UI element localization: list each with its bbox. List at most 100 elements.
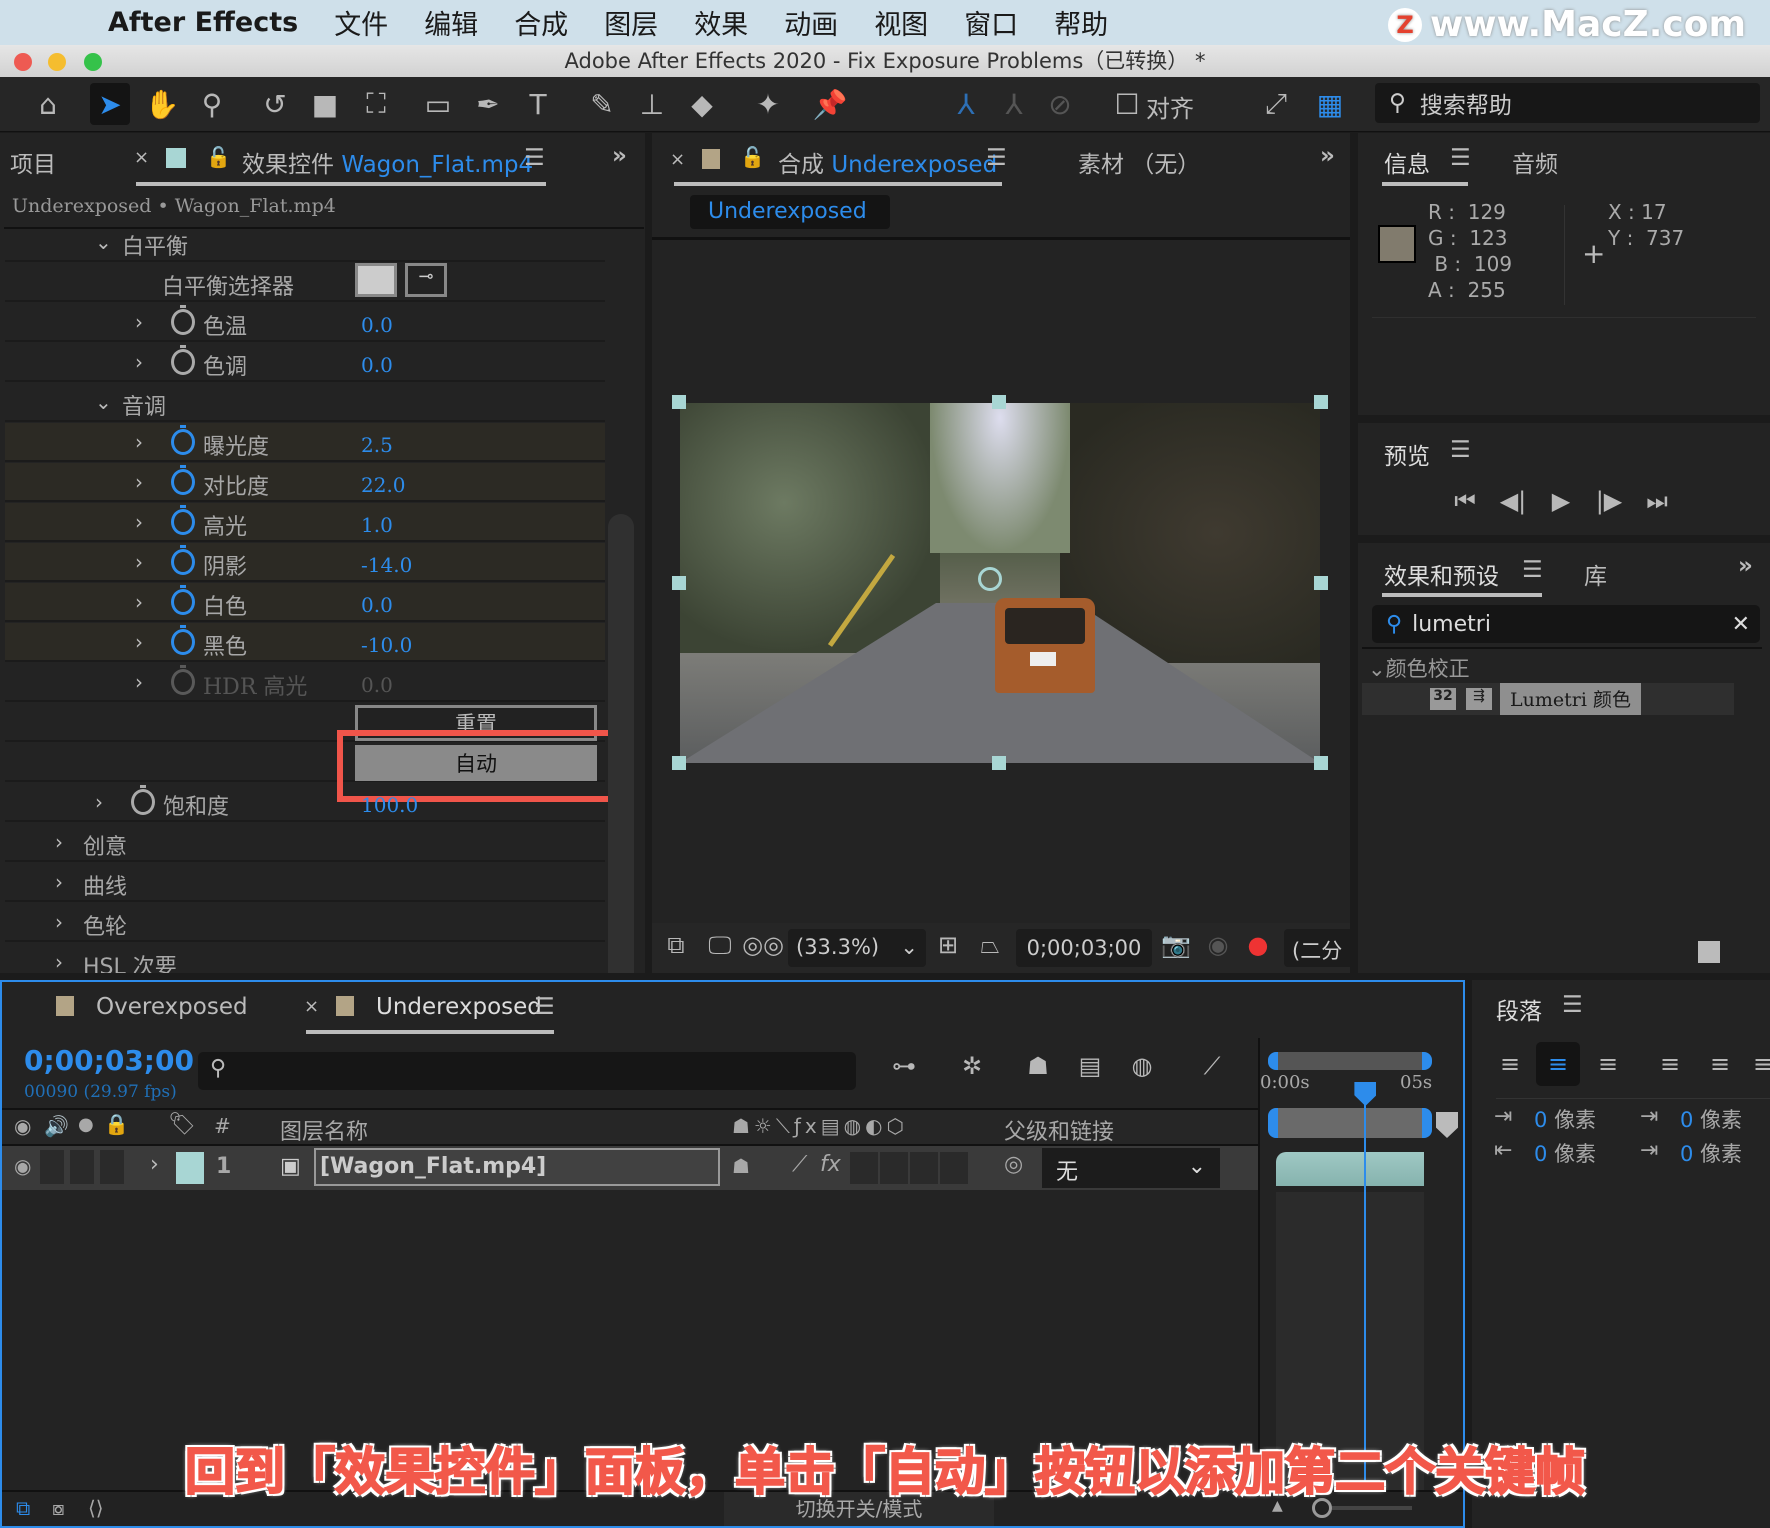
stopwatch-icon[interactable]: [171, 465, 195, 495]
chevron-right-icon[interactable]: ›: [55, 910, 63, 934]
menu-help[interactable]: 帮助: [1054, 3, 1108, 42]
chevron-right-icon[interactable]: ›: [55, 830, 63, 854]
playhead-handle[interactable]: [1354, 1082, 1377, 1106]
transform-handle[interactable]: [992, 756, 1006, 770]
roto-brush-icon[interactable]: ✦: [748, 83, 788, 125]
layer-search-input[interactable]: ⚲: [198, 1052, 856, 1090]
indent-left-field[interactable]: 0 0 像素像素: [1534, 1104, 1596, 1134]
layer-row[interactable]: ◉ › 1 ▣ [Wagon_Flat.mp4] ☗ ⟋ fx ◎ 无 ⌄: [2, 1146, 1258, 1190]
section-color-wheels[interactable]: › 色轮: [5, 903, 605, 942]
anchor-point-icon[interactable]: [978, 567, 1002, 591]
column-layer-name[interactable]: 图层名称: [280, 1114, 368, 1146]
always-preview-icon[interactable]: ⧉: [660, 931, 692, 959]
space-before-field[interactable]: 0 像素: [1680, 1104, 1742, 1134]
white-balance-group[interactable]: ⌄ 白平衡: [5, 229, 605, 262]
audio-toggle[interactable]: [40, 1150, 64, 1184]
pick-whip-icon[interactable]: ◎: [1004, 1152, 1023, 1177]
color-channels-icon[interactable]: ●: [1242, 931, 1274, 959]
chevron-right-icon[interactable]: ›: [135, 590, 143, 614]
camera-tool-icon[interactable]: ■: [305, 83, 345, 125]
lock-switch-icon[interactable]: 🔒: [104, 1112, 129, 1136]
transform-handle[interactable]: [672, 395, 686, 409]
comp-flowchart-icon[interactable]: ⊶: [884, 1052, 924, 1080]
menu-animation[interactable]: 动画: [784, 3, 838, 42]
close-tab-icon[interactable]: ×: [134, 147, 149, 168]
draft-3d-icon[interactable]: ✲: [952, 1052, 992, 1080]
more-panels-icon[interactable]: »: [1738, 553, 1753, 579]
tab-overexposed[interactable]: Overexposed: [96, 994, 248, 1020]
tab-library[interactable]: 库: [1584, 557, 1607, 591]
monitor-icon[interactable]: 🖵: [704, 931, 736, 959]
effect-item-lumetri[interactable]: 32 ⇶ Lumetri 颜色: [1362, 683, 1734, 715]
help-search-input[interactable]: ⚲ 搜索帮助: [1375, 83, 1760, 123]
section-hsl-secondary[interactable]: › HSL 次要: [5, 943, 605, 973]
mask-visibility-icon[interactable]: ⏢: [974, 931, 1006, 959]
work-area-bar[interactable]: [1268, 1108, 1432, 1138]
motion-blur-icon[interactable]: ◍: [1122, 1052, 1162, 1080]
last-frame-icon[interactable]: ⏭: [1640, 487, 1674, 515]
more-panels-icon[interactable]: »: [1320, 143, 1335, 169]
selection-tool-icon[interactable]: ➤: [90, 83, 130, 125]
stopwatch-icon[interactable]: [171, 305, 195, 335]
pan-behind-tool-icon[interactable]: ⛶: [356, 83, 396, 125]
previous-frame-icon[interactable]: ◀︎|: [1496, 487, 1530, 515]
layer-name-field[interactable]: [Wagon_Flat.mp4]: [314, 1148, 720, 1186]
timeline-current-time[interactable]: 0;00;03;00: [24, 1044, 194, 1077]
parent-dropdown[interactable]: 无 ⌄: [1042, 1148, 1220, 1188]
frame-blending-icon[interactable]: ▤: [1070, 1052, 1110, 1080]
new-folder-icon[interactable]: [1698, 941, 1720, 963]
panel-menu-icon[interactable]: ☰: [1450, 145, 1471, 171]
layer-duration-bar[interactable]: [1276, 1152, 1424, 1186]
property-value[interactable]: 0.0: [361, 593, 393, 617]
chevron-right-icon[interactable]: ›: [95, 790, 103, 814]
chevron-right-icon[interactable]: ›: [135, 430, 143, 454]
show-snapshot-icon[interactable]: ◉: [1202, 931, 1234, 959]
zoom-tool-icon[interactable]: ⚲: [192, 83, 232, 125]
panel-menu-icon[interactable]: ☰: [1522, 557, 1543, 583]
solo-toggle[interactable]: [70, 1150, 94, 1184]
first-frame-icon[interactable]: ⏮: [1448, 487, 1482, 515]
time-zoom-slider[interactable]: [1332, 1506, 1412, 1510]
chevron-right-icon[interactable]: ›: [135, 510, 143, 534]
space-after-field[interactable]: 0 像素: [1680, 1138, 1742, 1168]
menu-view[interactable]: 视图: [874, 3, 928, 42]
panel-menu-icon[interactable]: ☰: [1450, 437, 1471, 463]
chevron-right-icon[interactable]: ›: [135, 550, 143, 574]
chevron-right-icon[interactable]: ›: [135, 630, 143, 654]
panel-menu-icon[interactable]: ☰: [534, 994, 555, 1020]
play-icon[interactable]: ▶︎: [1544, 487, 1578, 515]
workspace-icon[interactable]: ▦: [1310, 83, 1350, 125]
panel-menu-icon[interactable]: ☰: [986, 145, 1007, 171]
resolution-dropdown[interactable]: (二分: [1284, 929, 1350, 967]
visibility-eye-icon[interactable]: ◉: [14, 1154, 31, 1178]
chevron-right-icon[interactable]: ›: [55, 870, 63, 894]
chevron-right-icon[interactable]: ›: [150, 1152, 159, 1177]
expand-toolbar-icon[interactable]: ⤢: [1256, 83, 1296, 125]
menu-window[interactable]: 窗口: [964, 3, 1018, 42]
chevron-right-icon[interactable]: ›: [135, 350, 143, 374]
shy-switch-icon[interactable]: ☗: [732, 1154, 750, 1178]
transform-handle[interactable]: [992, 395, 1006, 409]
next-frame-icon[interactable]: |▶︎: [1592, 487, 1626, 515]
panel-menu-icon[interactable]: ☰: [1562, 992, 1583, 1018]
lock-icon[interactable]: 🔓: [740, 145, 765, 169]
tab-audio[interactable]: 音频: [1512, 145, 1558, 179]
hand-tool-icon[interactable]: ✋: [142, 83, 182, 125]
tab-composition[interactable]: 合成 Underexposed: [778, 145, 997, 179]
chevron-right-icon[interactable]: ›: [135, 470, 143, 494]
zoom-dropdown[interactable]: (33.3%) ⌄: [788, 929, 926, 967]
chevron-right-icon[interactable]: ›: [55, 950, 63, 973]
property-value[interactable]: 2.5: [361, 433, 393, 457]
stopwatch-icon[interactable]: [171, 345, 195, 375]
justify-center-icon[interactable]: ≡: [1702, 1042, 1738, 1086]
property-value[interactable]: -10.0: [361, 633, 412, 657]
section-creative[interactable]: › 创意: [5, 823, 605, 862]
panel-menu-icon[interactable]: ☰: [524, 145, 545, 171]
lock-toggle[interactable]: [100, 1150, 124, 1184]
current-time-field[interactable]: 0;00;03;00: [1016, 929, 1152, 967]
align-left-icon[interactable]: ≡: [1492, 1042, 1528, 1086]
tab-effects-presets[interactable]: 效果和预设: [1384, 557, 1499, 591]
motion-blur-toggle[interactable]: [880, 1152, 908, 1184]
rotate-tool-icon[interactable]: ↺: [255, 83, 295, 125]
stopwatch-icon[interactable]: [171, 425, 195, 455]
